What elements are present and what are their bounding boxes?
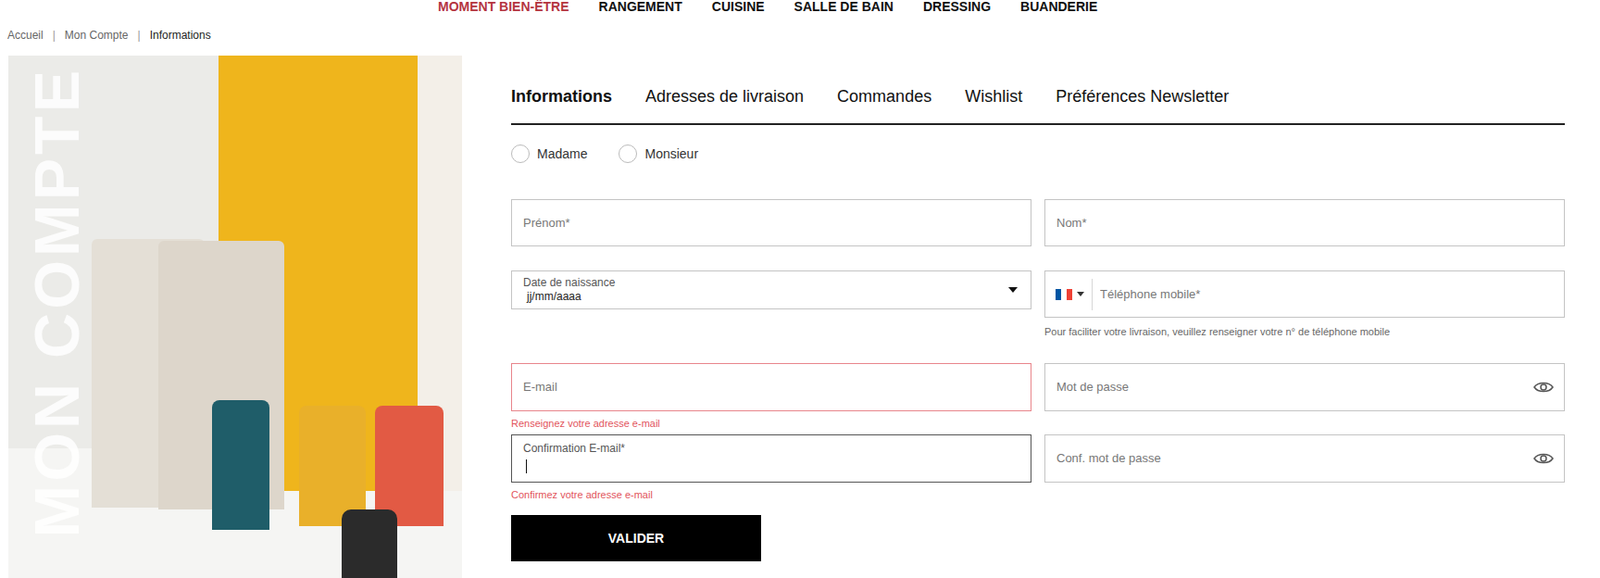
eye-icon [1533,451,1554,465]
email-confirm-box: Confirmation E-mail* [511,434,1032,483]
email-box [511,362,1032,412]
first-name-box [511,199,1032,247]
france-flag-icon [1055,288,1073,300]
civility-label: Monsieur [644,144,699,164]
email-confirm-error: Confirmez votre adresse e-mail [511,487,1032,501]
eye-icon [1533,380,1554,394]
password-confirm-field [1044,434,1565,483]
breadcrumb-item: Informations [150,26,212,44]
phone-input[interactable] [1100,285,1553,304]
password-box [1044,362,1565,412]
password-confirm-input[interactable] [1056,449,1525,468]
account-form: Date de naissancejj/mm/aaaa Pour facilite… [511,199,1565,501]
email-confirm-input-row [523,456,1020,475]
phone-field: Pour faciliter votre livraison, veuillez… [1044,270,1565,338]
account-panel: Informations Adresses de livraison Command… [511,55,1565,562]
last-name-box [1044,199,1565,247]
password-confirm-box [1044,434,1565,483]
bottles [341,509,398,578]
account-tab[interactable]: Wishlist [964,85,1023,108]
civility-option[interactable]: Monsieur [618,144,699,164]
civility-label: Madame [537,144,588,164]
last-name-field [1044,199,1565,247]
first-name-input[interactable] [523,213,1020,233]
account-tab[interactable]: Adresses de livraison [645,85,804,108]
password-field [1044,362,1565,412]
show-password-button[interactable] [1532,447,1555,470]
hero-image: MON COMPTE [8,55,463,578]
breadcrumb-separator: | [52,26,56,44]
civility-group: Madame Monsieur [511,144,1565,163]
hero-title: MON COMPTE [25,66,88,538]
email-confirm-input[interactable] [526,456,1020,475]
email-error: Renseignez votre adresse e-mail [511,416,1032,430]
email-confirm-label: Confirmation E-mail* [523,441,1020,455]
caret-down-icon [1008,287,1018,293]
main: MON COMPTE Informations Adresses de livrai… [0,55,1600,578]
submit-button[interactable]: VALIDER [511,514,762,562]
nav-item[interactable]: DRESSING [923,0,991,13]
radio[interactable] [618,144,638,163]
phone-input-wrap [1092,285,1564,304]
birth-date-box[interactable]: Date de naissancejj/mm/aaaa [511,270,1032,310]
nav-item[interactable]: BUANDERIE [1020,0,1098,13]
phone-box [1044,270,1565,318]
top-nav: MOMENT BIEN-ÊTRE RANGEMENT CUISINE SALLE DE… [0,0,1600,15]
account-tab[interactable]: Informations [511,85,613,108]
last-name-input[interactable] [1056,213,1553,233]
breadcrumb-item[interactable]: Accueil [7,26,44,44]
show-password-button[interactable] [1532,375,1555,399]
nav-item[interactable]: CUISINE [712,0,765,13]
birth-date-label: Date de naissance [523,275,994,289]
email-input[interactable] [523,377,1020,397]
password-input[interactable] [1056,377,1525,397]
first-name-field [511,199,1032,247]
radio[interactable] [511,144,530,163]
nav-item[interactable]: SALLE DE BAIN [794,0,894,13]
civility-option[interactable]: Madame [511,144,588,164]
nav-item[interactable]: RANGEMENT [599,0,683,13]
bin [299,405,366,526]
bin [212,400,270,530]
dropdown[interactable] [1008,287,1018,293]
breadcrumb-separator: | [137,26,141,44]
account-tabs: Informations Adresses de livraison Command… [511,55,1565,125]
account-tab[interactable]: Commandes [837,85,932,108]
phone-help: Pour faciliter votre livraison, veuillez… [1044,325,1565,338]
caret-down-icon [1076,291,1085,297]
account-tab[interactable]: Préférences Newsletter [1055,85,1229,108]
breadcrumb-item[interactable]: Mon Compte [64,26,129,44]
country-select[interactable] [1045,278,1093,311]
email-confirm-field: Confirmation E-mail* Confirmez votre adre… [511,434,1032,501]
bin [375,405,444,526]
email-field: Renseignez votre adresse e-mail [511,362,1032,430]
nav-item[interactable]: MOMENT BIEN-ÊTRE [437,0,570,13]
birth-date-value: jj/mm/aaaa [523,288,994,304]
birth-date-field: Date de naissancejj/mm/aaaa [511,270,1032,310]
breadcrumb: Accueil | Mon Compte | Informations [0,14,1600,56]
